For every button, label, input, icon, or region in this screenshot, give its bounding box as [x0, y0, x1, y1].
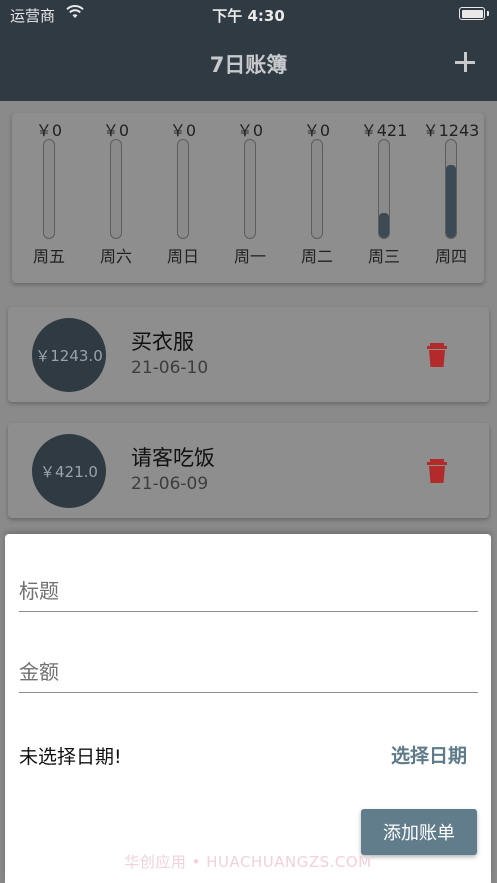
chart-amount-label: ￥0	[35, 121, 63, 140]
chart-day-column: ￥421 周三	[354, 113, 414, 283]
chart-amount-label: ￥1243	[422, 121, 480, 140]
chart-day-label: 周二	[300, 247, 333, 266]
plus-icon[interactable]	[453, 50, 477, 74]
status-time: 下午 4:30	[212, 7, 285, 25]
bill-amount-avatar: ￥421.0	[32, 434, 106, 508]
bill-title: 买衣服	[131, 330, 194, 354]
chart-amount-label: ￥0	[236, 121, 264, 140]
chart-day-column: ￥0 周二	[287, 113, 347, 283]
chart-day-column: ￥0 周五	[19, 113, 79, 283]
title-field	[19, 564, 478, 612]
delete-icon[interactable]	[427, 459, 447, 483]
page-title: 7日账簿	[209, 53, 288, 77]
bill-item: ￥421.0 请客吃饭 21-06-09	[8, 423, 489, 518]
chart-day-label: 周日	[166, 247, 199, 266]
chart-day-column: ￥0 周六	[86, 113, 146, 283]
title-input[interactable]	[19, 579, 478, 603]
chart-day-label: 周四	[434, 247, 467, 266]
chart-day-column: ￥1243 周四	[421, 113, 481, 283]
choose-date-button[interactable]: 选择日期	[391, 741, 467, 768]
bill-date: 21-06-10	[131, 358, 209, 378]
chart-day-label: 周三	[367, 247, 400, 266]
chart-amount-label: ￥421	[360, 121, 408, 140]
chart-bar	[446, 164, 456, 238]
chart-day-label: 周五	[32, 247, 65, 266]
chart-day-column: ￥0 周一	[220, 113, 280, 283]
amount-field	[19, 645, 478, 693]
chart-bar-track	[311, 139, 323, 239]
weekly-chart: ￥0 周五 ￥0 周六 ￥0 周日 ￥0 周一 ￥0 周二 ￥421 周三 ￥1243 周四	[12, 113, 484, 283]
bill-item: ￥1243.0 买衣服 21-06-10	[8, 307, 489, 402]
chart-day-label: 周一	[233, 247, 266, 266]
chart-bar-track	[378, 139, 390, 239]
bill-date: 21-06-09	[131, 474, 209, 494]
app-bar: 运营商 下午 4:30 7日账簿	[0, 0, 497, 101]
chart-bar-track	[445, 139, 457, 239]
bill-amount-avatar: ￥1243.0	[32, 318, 106, 392]
amount-input[interactable]	[19, 660, 478, 684]
date-status: 未选择日期!	[19, 746, 122, 768]
chart-bar-track	[244, 139, 256, 239]
chart-bar-track	[43, 139, 55, 239]
bill-title: 请客吃饭	[131, 446, 215, 470]
chart-bar-track	[177, 139, 189, 239]
battery-icon	[459, 7, 485, 20]
status-bar: 运营商 下午 4:30	[0, 0, 497, 30]
chart-amount-label: ￥0	[169, 121, 197, 140]
delete-icon[interactable]	[427, 343, 447, 367]
chart-amount-label: ￥0	[303, 121, 331, 140]
watermark: 华创应用 • HUACHUANGZS.COM	[124, 853, 372, 871]
add-bill-sheet: 未选择日期! 选择日期 添加账单 华创应用 • HUACHUANGZS.COM	[5, 534, 491, 883]
chart-day-column: ￥0 周日	[153, 113, 213, 283]
battery-tip	[487, 11, 489, 16]
chart-day-label: 周六	[99, 247, 132, 266]
chart-bar	[379, 213, 389, 238]
add-bill-button[interactable]: 添加账单	[361, 809, 477, 855]
chart-bar-track	[110, 139, 122, 239]
chart-amount-label: ￥0	[102, 121, 130, 140]
